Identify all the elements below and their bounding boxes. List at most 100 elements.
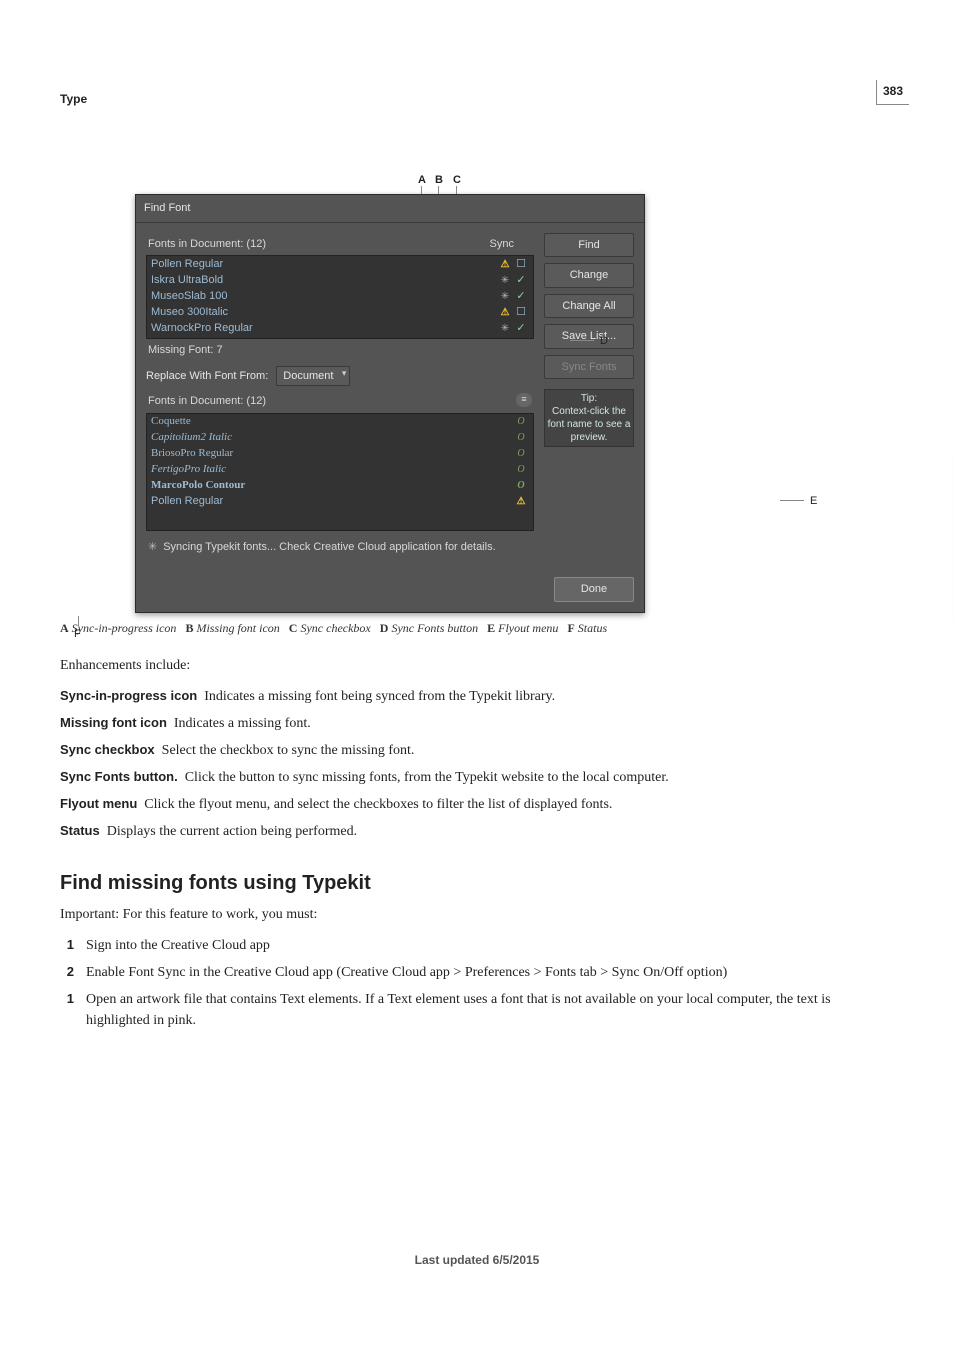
sync-checkbox[interactable]: ☐ — [513, 256, 529, 273]
font-row[interactable]: Coquette O — [147, 414, 533, 430]
change-button[interactable]: Change — [544, 263, 634, 288]
font-row[interactable]: Museo 300Italic ⚠ ☐ — [147, 304, 533, 320]
font-row[interactable]: MarcoPolo Contour O — [147, 478, 533, 494]
definition-desc: Click the button to sync missing fonts, … — [185, 770, 669, 785]
font-row[interactable]: WarnockPro Regular ✳ ✓ — [147, 320, 533, 336]
sync-column-header: Sync — [490, 236, 532, 253]
font-name: WarnockPro Regular — [151, 320, 497, 337]
caption-text-c: Sync checkbox — [300, 621, 370, 635]
sync-in-progress-icon: ✳ — [497, 273, 513, 288]
font-name: BriosoPro Regular — [151, 445, 513, 462]
flyout-menu-icon[interactable]: ≡ — [516, 393, 532, 407]
callout-d: D — [600, 333, 608, 350]
font-name: MuseoSlab 100 — [151, 288, 497, 305]
definition-term: Sync Fonts button. — [60, 769, 178, 784]
caption-key-f: F — [567, 621, 574, 635]
save-list-button[interactable]: Save List... — [544, 324, 634, 349]
font-row[interactable]: Iskra UltraBold ✳ ✓ — [147, 272, 533, 288]
steps-list: 1Sign into the Creative Cloud app 2Enabl… — [60, 935, 894, 1031]
change-all-button[interactable]: Change All — [544, 294, 634, 319]
fonts-in-document-label: Fonts in Document: (12) Sync — [146, 233, 534, 256]
find-font-dialog: Find Font Fonts in Document: (12) Sync P… — [135, 194, 645, 613]
definition-row: Flyout menu Click the flyout menu, and s… — [60, 794, 894, 815]
opentype-icon: O — [513, 414, 529, 429]
opentype-icon: O — [513, 462, 529, 477]
caption-text-d: Sync Fonts button — [391, 621, 478, 635]
font-name: Capitolium2 Italic — [151, 429, 513, 446]
page-footer: Last updated 6/5/2015 — [60, 1251, 894, 1269]
font-row[interactable]: FertigoPro Italic O — [147, 462, 533, 478]
definition-term: Missing font icon — [60, 715, 167, 730]
font-name: MarcoPolo Contour — [151, 477, 513, 494]
replace-with-row: Replace With Font From: Document — [146, 362, 534, 391]
caption-text-b: Missing font icon — [196, 621, 279, 635]
step-text: Open an artwork file that contains Text … — [86, 989, 894, 1031]
sync-checkbox[interactable]: ☐ — [513, 304, 529, 321]
step-number: 1 — [60, 935, 74, 956]
font-row[interactable]: MuseoSlab 100 ✳ ✓ — [147, 288, 533, 304]
font-name: Museo 300Italic — [151, 304, 497, 321]
missing-font-icon: ⚠ — [497, 305, 513, 320]
caption-key-b: B — [185, 621, 193, 635]
definition-row: Status Displays the current action being… — [60, 821, 894, 842]
fonts-in-doc-text-2: Fonts in Document: (12) — [148, 393, 266, 410]
definition-row: Sync-in-progress icon Indicates a missin… — [60, 686, 894, 707]
missing-font-count: Missing Font: 7 — [146, 339, 534, 362]
sync-in-progress-icon: ✳ — [497, 289, 513, 304]
definition-desc: Indicates a missing font. — [174, 716, 311, 731]
sync-checkbox[interactable]: ✓ — [513, 272, 529, 289]
caption-key-e: E — [487, 621, 495, 635]
definition-term: Status — [60, 823, 100, 838]
step-text: Sign into the Creative Cloud app — [86, 935, 894, 956]
sync-checkbox[interactable]: ✓ — [513, 320, 529, 337]
callout-e: E — [810, 493, 817, 510]
caption-text-a: Sync-in-progress icon — [72, 621, 177, 635]
replacement-font-list[interactable]: Coquette O Capitolium2 Italic O BriosoPr… — [146, 413, 534, 531]
font-name: Coquette — [151, 413, 513, 430]
caption-key-a: A — [60, 621, 69, 635]
replace-source-dropdown[interactable]: Document — [276, 366, 350, 387]
callout-f: F — [74, 626, 81, 643]
font-row[interactable]: BriosoPro Regular O — [147, 446, 533, 462]
fonts-in-doc-text: Fonts in Document: (12) — [148, 236, 266, 253]
tip-box: Tip: Context-click the font name to see … — [544, 389, 634, 447]
opentype-icon: O — [513, 478, 529, 493]
caption-text-e: Flyout menu — [498, 621, 558, 635]
status-text: Syncing Typekit fonts... Check Creative … — [163, 539, 495, 556]
font-name: Pollen Regular — [151, 256, 497, 273]
font-name: Iskra UltraBold — [151, 272, 497, 289]
chapter-title: Type — [60, 90, 894, 108]
dialog-title: Find Font — [136, 195, 644, 223]
intro-text: Enhancements include: — [60, 655, 894, 676]
document-font-list[interactable]: Pollen Regular ⚠ ☐ Iskra UltraBold ✳ ✓ M… — [146, 255, 534, 339]
font-name: Pollen Regular — [151, 493, 513, 510]
opentype-icon: O — [513, 446, 529, 461]
definition-term: Sync-in-progress icon — [60, 688, 197, 703]
definition-desc: Select the checkbox to sync the missing … — [162, 743, 415, 758]
sync-in-progress-icon: ✳ — [497, 321, 513, 336]
missing-font-icon: ⚠ — [513, 494, 529, 509]
definition-desc: Indicates a missing font being synced fr… — [204, 689, 555, 704]
step-number: 2 — [60, 962, 74, 983]
done-button[interactable]: Done — [554, 577, 634, 602]
definition-desc: Click the flyout menu, and select the ch… — [144, 797, 612, 812]
tip-text: Context-click the font name to see a pre… — [547, 405, 631, 444]
sync-in-progress-icon: ✳ — [148, 539, 157, 556]
tip-heading: Tip: — [547, 392, 631, 405]
heading-find-missing-fonts: Find missing fonts using Typekit — [60, 868, 894, 898]
callout-row-top: A B C — [135, 168, 894, 194]
figure-caption: A Sync-in-progress icon B Missing font i… — [60, 619, 894, 637]
definition-desc: Displays the current action being perfor… — [107, 824, 357, 839]
replace-with-label: Replace With Font From: — [146, 368, 268, 385]
definition-term: Sync checkbox — [60, 742, 155, 757]
font-row[interactable]: Pollen Regular ⚠ ☐ — [147, 256, 533, 272]
find-button[interactable]: Find — [544, 233, 634, 258]
font-row[interactable]: Capitolium2 Italic O — [147, 430, 533, 446]
fonts-in-document-label-2: Fonts in Document: (12) ≡ — [146, 390, 534, 413]
sync-checkbox[interactable]: ✓ — [513, 288, 529, 305]
sync-fonts-button[interactable]: Sync Fonts — [544, 355, 634, 380]
font-row[interactable]: Pollen Regular ⚠ — [147, 494, 533, 510]
font-name: FertigoPro Italic — [151, 461, 513, 478]
opentype-icon: O — [513, 430, 529, 445]
definition-row: Sync checkbox Select the checkbox to syn… — [60, 740, 894, 761]
